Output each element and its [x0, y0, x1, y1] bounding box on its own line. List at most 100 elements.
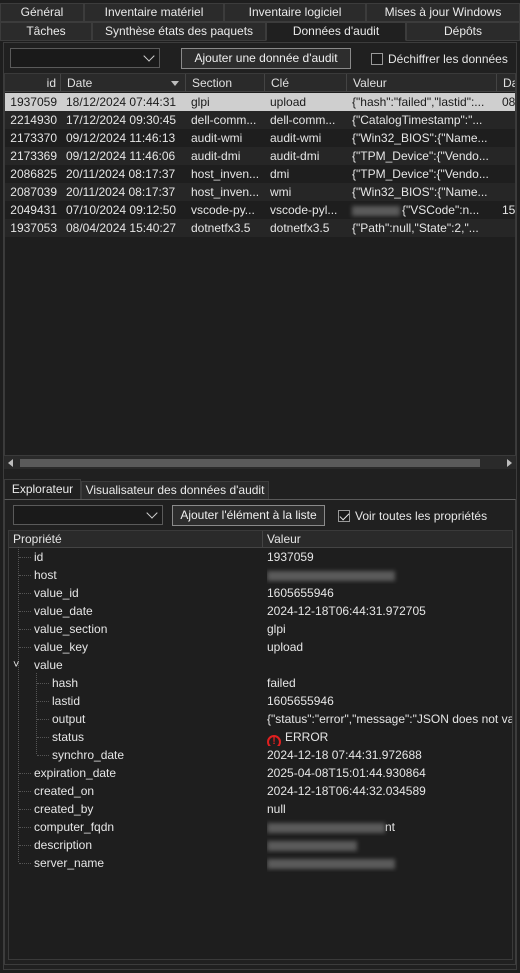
table-row[interactable]: 1937053 08/04/2024 15:40:27 dotnetfx3.5 dot… — [5, 219, 515, 237]
cell-id: 1937053 — [10, 221, 57, 235]
tab-windows-updates[interactable]: Mises à jour Windows — [366, 3, 520, 22]
property-name: lastid — [52, 694, 81, 708]
tree-row[interactable]: value_section glpi — [9, 620, 512, 638]
scroll-right-icon[interactable] — [507, 459, 512, 467]
tab-tasks[interactable]: Tâches — [0, 22, 92, 41]
property-value-text: ERROR — [285, 730, 329, 744]
collapse-icon[interactable]: ˅ — [13, 656, 19, 674]
col-id[interactable]: id — [5, 74, 61, 92]
error-icon: ! — [267, 735, 281, 746]
cell-id: 1937059 — [10, 95, 57, 109]
property-tree[interactable]: Propriété Valeur id 1937059 host value_id 16… — [8, 530, 513, 960]
tree-row[interactable]: hash failed — [9, 674, 512, 692]
property-value: upload — [267, 638, 512, 656]
property-name: host — [34, 568, 57, 582]
add-item-to-list-button[interactable]: Ajouter l'élément à la liste — [172, 505, 325, 526]
tree-row[interactable]: created_by null — [9, 800, 512, 818]
table-row[interactable]: 2087039 20/11/2024 08:17:37 host_inven... w… — [5, 183, 515, 201]
tab-explorer[interactable]: Explorateur — [4, 479, 81, 500]
tree-row[interactable]: value_id 1605655946 — [9, 584, 512, 602]
scroll-left-icon[interactable] — [8, 459, 13, 467]
decrypt-checkbox-box[interactable] — [371, 53, 383, 65]
cell-section: dell-comm... — [191, 113, 257, 127]
redacted-text — [267, 858, 395, 869]
decrypt-label: Déchiffrer les données — [388, 52, 508, 66]
cell-section: vscode-py... — [191, 203, 255, 217]
chevron-down-icon — [146, 507, 158, 519]
redacted-text — [352, 205, 400, 216]
audit-filter-combo[interactable] — [10, 48, 160, 68]
tree-row[interactable]: output {"status":"error","message":"JSON … — [9, 710, 512, 728]
tree-guide-line — [19, 863, 31, 864]
table-row[interactable]: 2049431 07/10/2024 09:12:50 vscode-py... vs… — [5, 201, 515, 219]
col-property[interactable]: Propriété — [9, 531, 263, 548]
cell-extra — [497, 147, 515, 165]
tab-hardware-inventory[interactable]: Inventaire matériel — [84, 3, 224, 22]
tree-row[interactable]: expiration_date 2025-04-08T15:01:44.93086… — [9, 764, 512, 782]
tree-row[interactable]: description — [9, 836, 512, 854]
tree-row[interactable]: host — [9, 566, 512, 584]
property-value: nt — [267, 818, 512, 836]
redacted-text — [267, 822, 385, 833]
tab-audit-data[interactable]: Données d'audit — [266, 22, 406, 41]
cell-id: 2173369 — [10, 149, 57, 163]
property-value-text: 1605655946 — [267, 694, 334, 708]
audit-data-grid[interactable]: id Date Section Clé Valeur Dat 1937059 18… — [4, 73, 516, 469]
chevron-down-icon — [143, 50, 155, 62]
col-tree-value[interactable]: Valeur — [263, 531, 512, 548]
tree-guide-line — [19, 791, 31, 792]
property-value: 2025-04-08T15:01:44.930864 — [267, 764, 512, 782]
table-row[interactable]: 2173370 09/12/2024 11:46:13 audit-wmi audit… — [5, 129, 515, 147]
property-name: id — [34, 550, 44, 564]
tree-row[interactable]: lastid 1605655946 — [9, 692, 512, 710]
tab-software-inventory[interactable]: Inventaire logiciel — [224, 3, 366, 22]
tab-general[interactable]: Général — [0, 3, 84, 22]
cell-value: {"TPM_Device":{"Vendo... — [352, 149, 489, 163]
table-row[interactable]: 2173369 09/12/2024 11:46:06 audit-dmi audit… — [5, 147, 515, 165]
property-value-text: 2024-12-18T06:44:32.034589 — [267, 784, 426, 798]
add-audit-data-button[interactable]: Ajouter une donnée d'audit — [181, 48, 351, 69]
tree-row[interactable]: id 1937059 — [9, 548, 512, 566]
tree-row[interactable]: value_date 2024-12-18T06:44:31.972705 — [9, 602, 512, 620]
tree-guide-line — [19, 845, 31, 846]
tree-row[interactable]: synchro_date 2024-12-18 07:44:31.972688 — [9, 746, 512, 764]
show-all-properties-checkbox[interactable]: Voir toutes les propriétés — [338, 509, 487, 523]
col-date-extra[interactable]: Dat — [497, 74, 515, 92]
tree-guide-line — [19, 593, 31, 594]
grid-horizontal-scrollbar[interactable] — [4, 455, 516, 469]
table-row[interactable]: 2214930 17/12/2024 09:30:45 dell-comm... de… — [5, 111, 515, 129]
tree-row[interactable]: server_name — [9, 854, 512, 872]
property-value: failed — [267, 674, 512, 692]
tree-row[interactable]: value_key upload — [9, 638, 512, 656]
property-name: expiration_date — [34, 766, 117, 780]
property-value-text: 2024-12-18T06:44:31.972705 — [267, 604, 426, 618]
cell-value: {"hash":"failed","lastid":... — [352, 95, 485, 109]
tree-header: Propriété Valeur — [9, 531, 512, 548]
show-all-checkbox-box[interactable] — [338, 510, 350, 522]
tab-repositories[interactable]: Dépôts — [406, 22, 520, 41]
property-name: value_id — [34, 586, 79, 600]
property-value — [267, 656, 512, 674]
cell-id: 2049431 — [10, 203, 57, 217]
cell-date: 20/11/2024 08:17:37 — [66, 167, 176, 181]
scrollbar-thumb[interactable] — [20, 459, 480, 467]
table-row[interactable]: 2086825 20/11/2024 08:17:37 host_inven... d… — [5, 165, 515, 183]
table-row[interactable]: 1937059 18/12/2024 07:44:31 glpi upload {"ha… — [5, 93, 515, 111]
col-key[interactable]: Clé — [265, 74, 347, 92]
tree-row[interactable]: computer_fqdn nt — [9, 818, 512, 836]
tab-package-status[interactable]: Synthèse états des paquets — [92, 22, 266, 41]
tree-row[interactable]: ˅ value — [9, 656, 512, 674]
cell-key: dotnetfx3.5 — [270, 221, 330, 235]
col-value[interactable]: Valeur — [347, 74, 497, 92]
property-value: 2024-12-18T06:44:32.034589 — [267, 782, 512, 800]
decrypt-checkbox[interactable]: Déchiffrer les données — [371, 52, 508, 66]
col-date[interactable]: Date — [61, 74, 186, 92]
tab-audit-viewer[interactable]: Visualisateur des données d'audit — [81, 481, 269, 500]
tree-guide-line — [19, 647, 31, 648]
col-section[interactable]: Section — [186, 74, 265, 92]
cell-key: dmi — [270, 167, 290, 181]
tree-row[interactable]: created_on 2024-12-18T06:44:32.034589 — [9, 782, 512, 800]
property-value: 1605655946 — [267, 692, 512, 710]
explorer-combo[interactable] — [13, 505, 163, 525]
tree-row[interactable]: status! ERROR — [9, 728, 512, 746]
